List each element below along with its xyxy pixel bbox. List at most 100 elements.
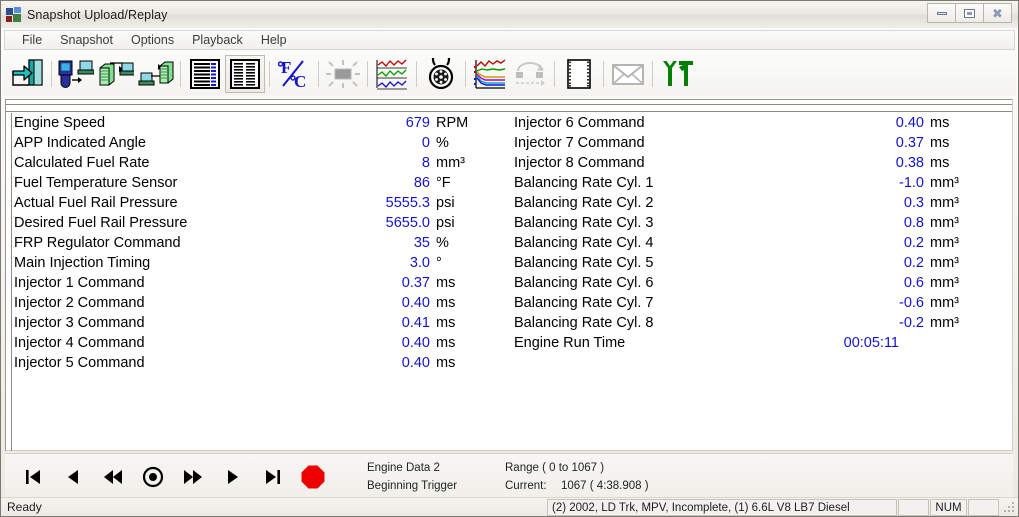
trigger-icon bbox=[142, 466, 164, 487]
menu-playback[interactable]: Playback bbox=[183, 32, 252, 48]
data-row[interactable]: Balancing Rate Cyl. 4 0.2 mm³ bbox=[512, 233, 1006, 253]
print-page-button[interactable] bbox=[559, 55, 599, 93]
parameter-label: Injector 3 Command bbox=[14, 315, 145, 331]
range-info: Range ( 0 to 1067 ) Current: 1067 ( 4:38… bbox=[505, 459, 649, 495]
parameter-label: Balancing Rate Cyl. 2 bbox=[514, 195, 654, 211]
data-row[interactable]: Injector 6 Command 0.40 ms bbox=[512, 113, 1006, 133]
menu-snapshot[interactable]: Snapshot bbox=[51, 32, 122, 48]
menu-options[interactable]: Options bbox=[122, 32, 183, 48]
data-row[interactable]: Balancing Rate Cyl. 3 0.8 mm³ bbox=[512, 213, 1006, 233]
tool-to-pc-upload-button[interactable] bbox=[56, 55, 96, 93]
data-row[interactable]: Injector 7 Command 0.37 ms bbox=[512, 133, 1006, 153]
parameter-unit: ms bbox=[436, 295, 456, 311]
data-row[interactable]: Actual Fuel Rail Pressure 5555.3 psi bbox=[12, 193, 506, 213]
movie-replay-icon bbox=[516, 62, 545, 86]
gauge-button[interactable] bbox=[421, 55, 461, 93]
data-row[interactable]: Fuel Temperature Sensor 86 °F bbox=[12, 173, 506, 193]
server-to-pc-button[interactable] bbox=[96, 55, 136, 93]
parameter-unit: ms bbox=[930, 155, 950, 171]
close-button[interactable]: ✖ bbox=[983, 3, 1012, 23]
parameter-value: 00:05:11 bbox=[843, 335, 899, 351]
step-back-button[interactable] bbox=[53, 457, 93, 497]
parameter-value: 0.37 bbox=[401, 275, 430, 291]
data-row[interactable]: Injector 1 Command 0.37 ms bbox=[12, 273, 506, 293]
fahrenheit-celsius-icon: F C bbox=[277, 58, 306, 90]
exit-door-button[interactable] bbox=[7, 55, 47, 93]
fahrenheit-celsius-button[interactable]: F C bbox=[274, 55, 314, 93]
parameter-label: Injector 4 Command bbox=[14, 335, 145, 351]
status-num-indicator: NUM bbox=[930, 499, 967, 516]
print-page-icon bbox=[567, 59, 591, 89]
parameter-label: Balancing Rate Cyl. 6 bbox=[514, 275, 654, 291]
parameter-label: FRP Regulator Command bbox=[14, 235, 181, 251]
data-row[interactable]: Balancing Rate Cyl. 1 -1.0 mm³ bbox=[512, 173, 1006, 193]
data-row[interactable]: Balancing Rate Cyl. 6 0.6 mm³ bbox=[512, 273, 1006, 293]
email-button[interactable] bbox=[608, 55, 648, 93]
dataset-name: Engine Data 2 bbox=[367, 462, 440, 474]
parameter-value: 0 bbox=[421, 135, 430, 151]
step-forward-button[interactable] bbox=[213, 457, 253, 497]
go-to-end-button[interactable] bbox=[253, 457, 293, 497]
data-row[interactable]: Engine Speed 679 RPM bbox=[12, 113, 506, 133]
parameter-label: Injector 1 Command bbox=[14, 275, 145, 291]
gauge-icon bbox=[428, 58, 454, 90]
parameter-label: Balancing Rate Cyl. 5 bbox=[514, 255, 654, 271]
data-row[interactable]: Balancing Rate Cyl. 2 0.3 mm³ bbox=[512, 193, 1006, 213]
list-view-button[interactable] bbox=[185, 55, 225, 93]
lamp-icon bbox=[326, 60, 360, 88]
record-button[interactable] bbox=[293, 457, 333, 497]
lamp-button[interactable] bbox=[323, 55, 363, 93]
rewind-button[interactable] bbox=[93, 457, 133, 497]
movie-replay-button[interactable] bbox=[510, 55, 550, 93]
playback-transport-bar: Engine Data 2 Beginning Trigger Range ( … bbox=[5, 453, 1013, 499]
data-row[interactable]: Injector 5 Command 0.40 ms bbox=[12, 353, 506, 373]
fast-forward-button[interactable] bbox=[173, 457, 213, 497]
menu-bar: File Snapshot Options Playback Help bbox=[4, 30, 1015, 50]
data-row[interactable]: Desired Fuel Rail Pressure 5655.0 psi bbox=[12, 213, 506, 233]
menu-help[interactable]: Help bbox=[252, 32, 296, 48]
parameter-value: 0.6 bbox=[903, 275, 924, 291]
data-row[interactable]: Balancing Rate Cyl. 5 0.2 mm³ bbox=[512, 253, 1006, 273]
data-row[interactable]: Balancing Rate Cyl. 7 -0.6 mm³ bbox=[512, 293, 1006, 313]
data-row[interactable]: APP Indicated Angle 0 % bbox=[12, 133, 506, 153]
data-row[interactable]: Injector 3 Command 0.41 ms bbox=[12, 313, 506, 333]
trigger-button[interactable] bbox=[133, 457, 173, 497]
parameter-label: Balancing Rate Cyl. 1 bbox=[514, 175, 654, 191]
parameter-value: -0.6 bbox=[899, 295, 924, 311]
data-row[interactable]: Balancing Rate Cyl. 8 -0.2 mm³ bbox=[512, 313, 1006, 333]
parameter-value: 0.40 bbox=[895, 115, 924, 131]
menu-file[interactable]: File bbox=[13, 32, 51, 48]
status-pane-3 bbox=[968, 499, 999, 516]
grid-view-icon bbox=[230, 59, 260, 89]
data-row[interactable]: Injector 2 Command 0.40 ms bbox=[12, 293, 506, 313]
parameter-unit: RPM bbox=[436, 115, 469, 131]
data-row[interactable]: Injector 8 Command 0.38 ms bbox=[512, 153, 1006, 173]
data-row[interactable]: Engine Run Time 00:05:11 bbox=[512, 333, 1006, 353]
data-row[interactable]: Injector 4 Command 0.40 ms bbox=[12, 333, 506, 353]
parameter-value: 0.2 bbox=[903, 255, 924, 271]
multi-graph-button[interactable] bbox=[372, 55, 412, 93]
parameter-unit: mm³ bbox=[930, 215, 959, 231]
parameter-label: Balancing Rate Cyl. 4 bbox=[514, 235, 654, 251]
exit-door-icon bbox=[12, 59, 43, 86]
overlay-graph-button[interactable] bbox=[470, 55, 510, 93]
parameter-unit: mm³ bbox=[930, 275, 959, 291]
grid-view-button[interactable] bbox=[225, 55, 265, 93]
go-to-start-button[interactable] bbox=[13, 457, 53, 497]
parameter-value: -0.2 bbox=[899, 315, 924, 331]
tools-button[interactable] bbox=[657, 55, 697, 93]
pc-to-server-button[interactable] bbox=[136, 55, 176, 93]
parameter-unit: mm³ bbox=[930, 295, 959, 311]
data-row[interactable]: FRP Regulator Command 35 % bbox=[12, 233, 506, 253]
data-row[interactable]: Calculated Fuel Rate 8 mm³ bbox=[12, 153, 506, 173]
data-row[interactable]: Main Injection Timing 3.0 ° bbox=[12, 253, 506, 273]
svg-text:C: C bbox=[294, 72, 306, 90]
current-value: 1067 ( 4:38.908 ) bbox=[561, 480, 649, 492]
resize-grip[interactable] bbox=[1002, 500, 1016, 514]
maximize-button[interactable] bbox=[955, 3, 984, 23]
minimize-button[interactable] bbox=[927, 3, 956, 23]
tools-icon bbox=[663, 61, 693, 86]
parameter-unit: mm³ bbox=[930, 235, 959, 251]
parameter-label: Injector 7 Command bbox=[514, 135, 645, 151]
toolbar-separator bbox=[180, 61, 181, 87]
